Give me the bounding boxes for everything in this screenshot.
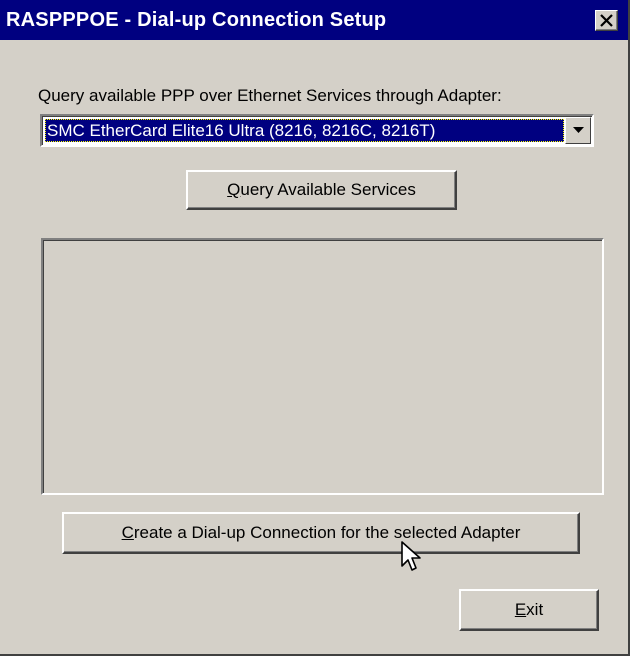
services-list[interactable] bbox=[41, 238, 604, 495]
exit-button-accel: E bbox=[514, 600, 527, 619]
title-bar[interactable]: RASPPPOE - Dial-up Connection Setup bbox=[0, 0, 628, 40]
window-title: RASPPPOE - Dial-up Connection Setup bbox=[6, 9, 387, 31]
exit-button[interactable]: Exit bbox=[459, 589, 599, 631]
adapter-select-value[interactable]: SMC EtherCard Elite16 Ultra (8216, 8216C… bbox=[45, 119, 564, 142]
create-connection-button[interactable]: Create a Dial-up Connection for the sele… bbox=[62, 512, 580, 554]
query-button-label: uery Available Services bbox=[240, 180, 416, 199]
exit-button-label: xit bbox=[526, 600, 544, 619]
query-button-accel: Q bbox=[227, 180, 241, 199]
adapter-select[interactable]: SMC EtherCard Elite16 Ultra (8216, 8216C… bbox=[40, 114, 594, 147]
query-services-button[interactable]: Query Available Services bbox=[186, 170, 457, 210]
close-icon bbox=[600, 14, 613, 27]
create-button-accel: C bbox=[121, 523, 134, 542]
adapter-dropdown-button[interactable] bbox=[565, 117, 591, 144]
chevron-down-icon bbox=[573, 127, 584, 133]
create-button-label: reate a Dial-up Connection for the selec… bbox=[133, 523, 521, 542]
adapter-prompt-label: Query available PPP over Ethernet Servic… bbox=[38, 86, 502, 105]
mouse-pointer-icon bbox=[401, 541, 421, 571]
dialog-window: RASPPPOE - Dial-up Connection Setup Quer… bbox=[0, 0, 630, 656]
close-button[interactable] bbox=[595, 10, 618, 31]
